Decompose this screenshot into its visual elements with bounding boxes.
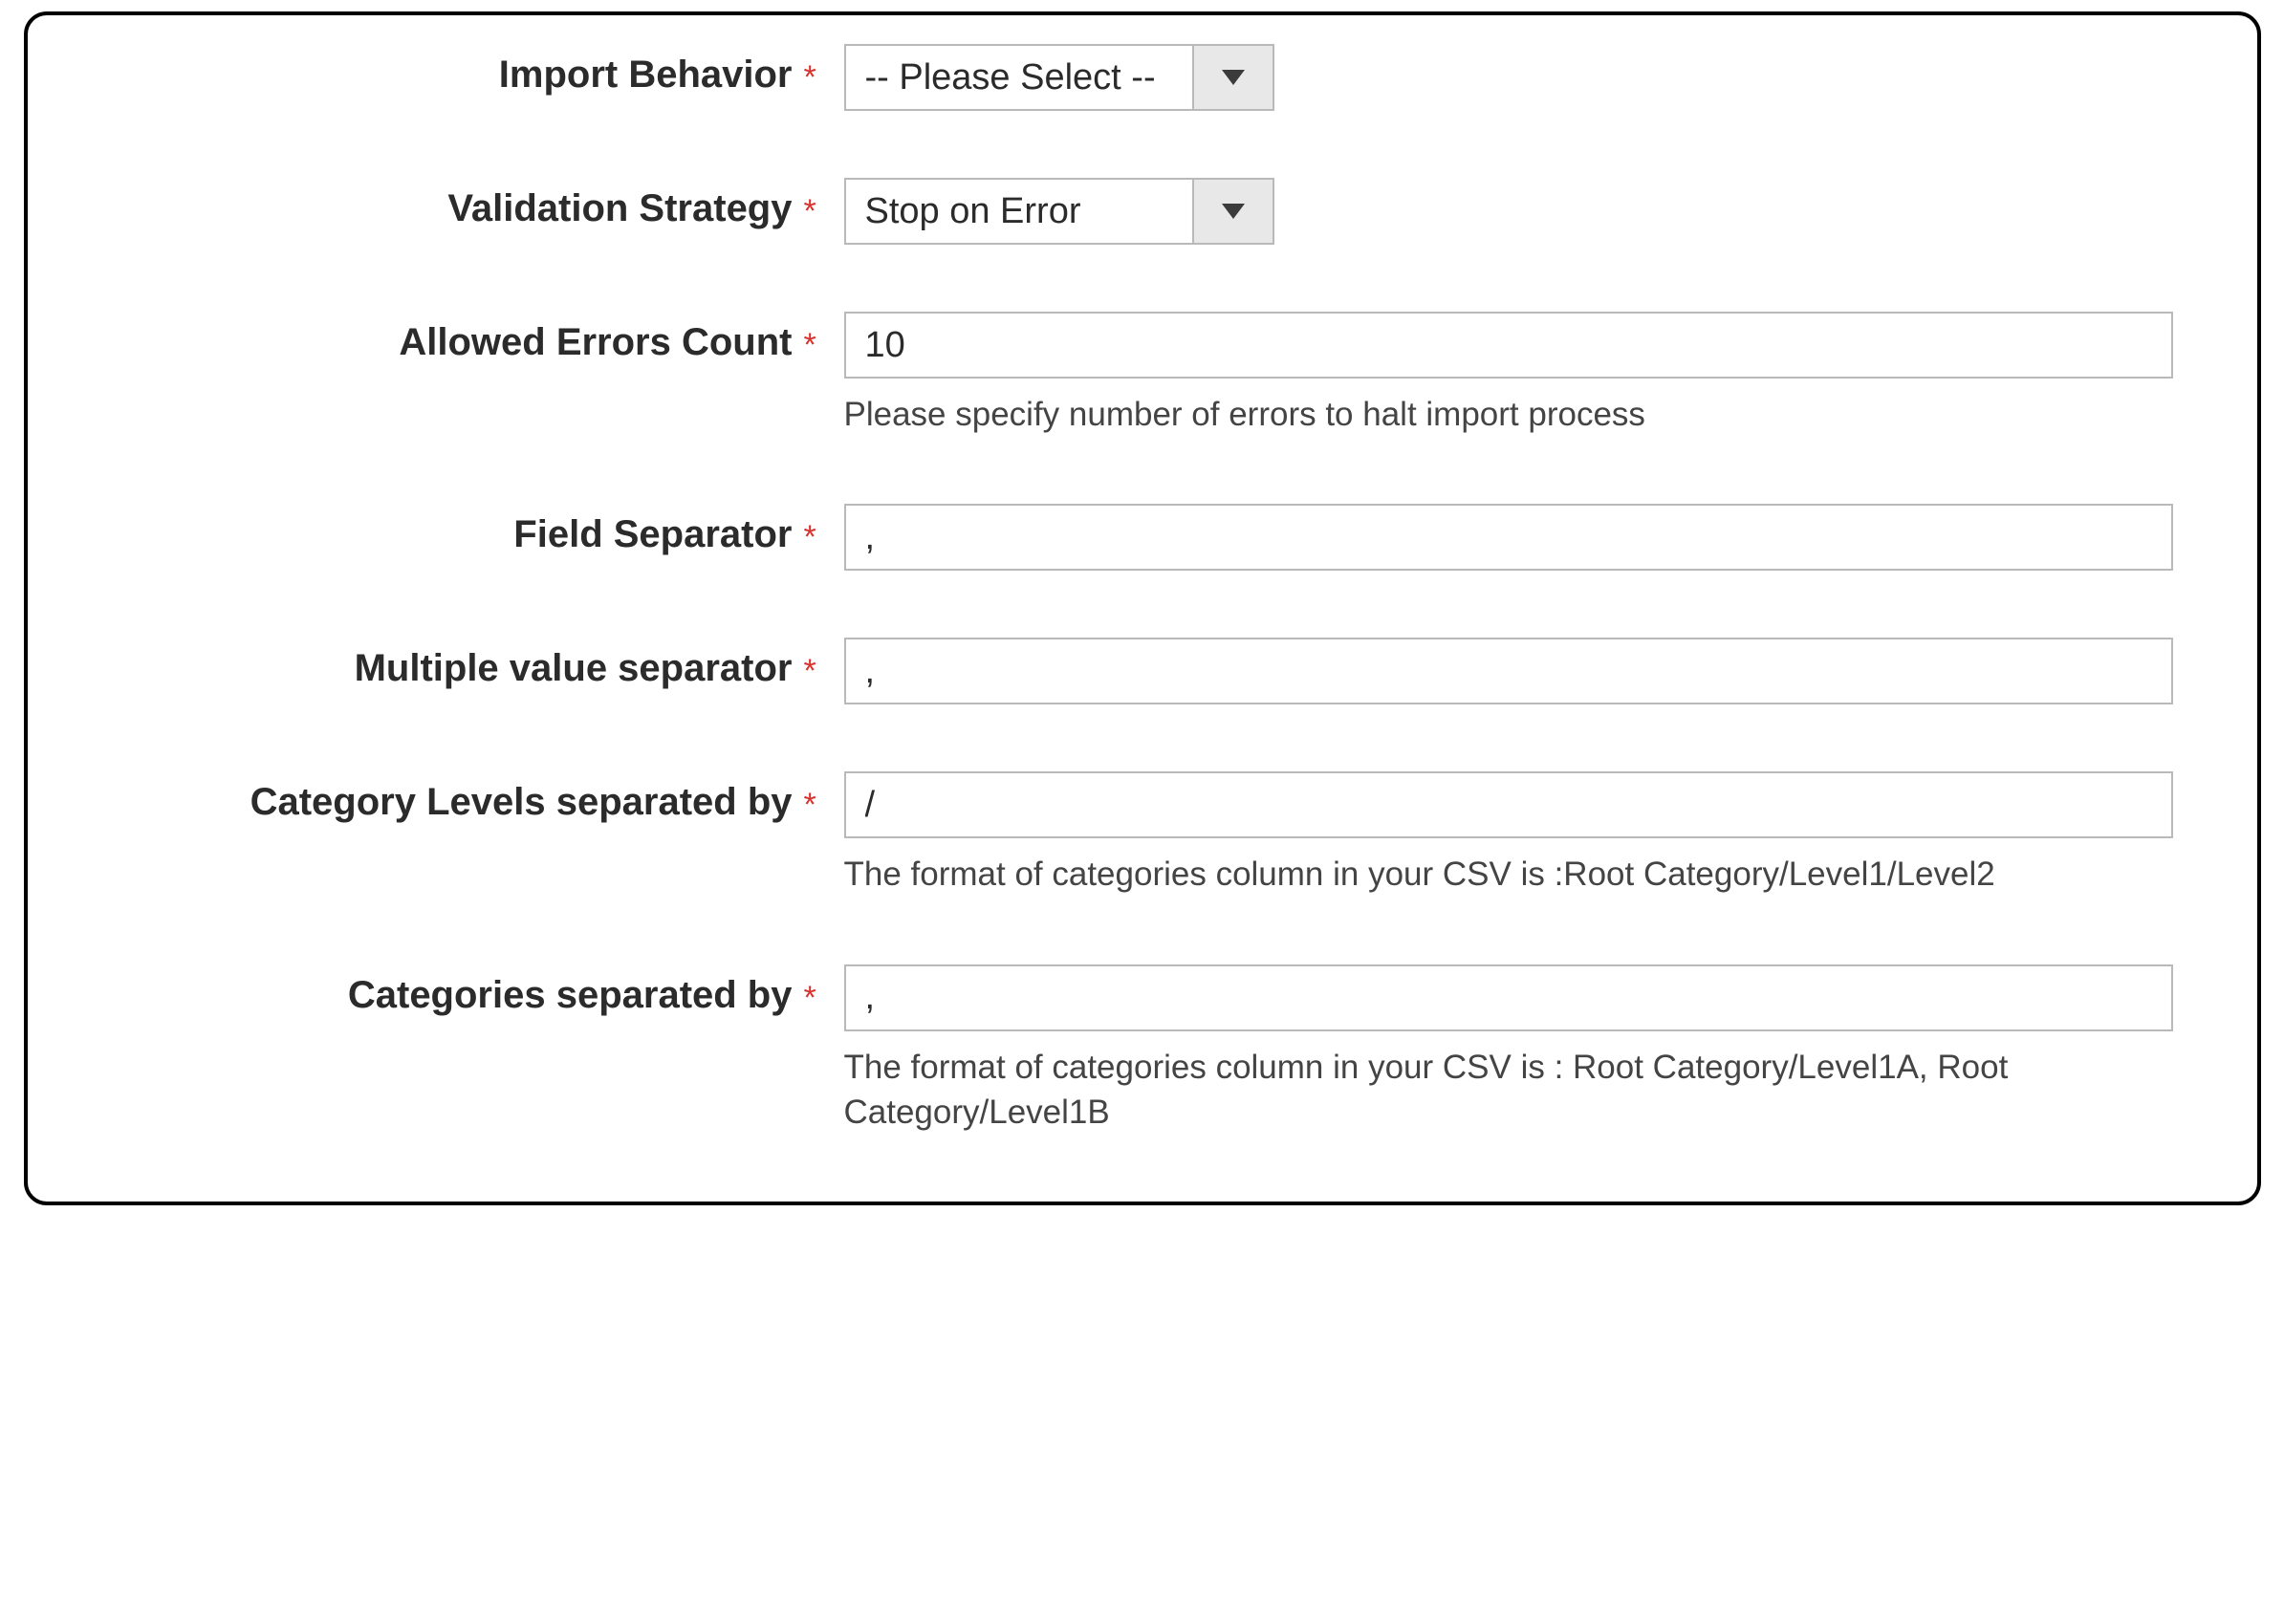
import-behavior-form: Import Behavior * -- Please Select -- Va… xyxy=(24,11,2261,1205)
required-marker: * xyxy=(802,312,844,364)
chevron-down-icon xyxy=(1192,180,1273,243)
field-row-multiple-value-separator: Multiple value separator * xyxy=(66,638,2219,704)
required-marker: * xyxy=(802,638,844,690)
field-row-field-separator: Field Separator * xyxy=(66,504,2219,571)
import-behavior-select-value: -- Please Select -- xyxy=(846,46,1192,109)
multiple-value-separator-input[interactable] xyxy=(844,638,2173,704)
import-behavior-select[interactable]: -- Please Select -- xyxy=(844,44,1274,111)
label-categories-separated-by: Categories separated by xyxy=(66,964,802,1017)
label-multiple-value-separator: Multiple value separator xyxy=(66,638,802,690)
validation-strategy-select-value: Stop on Error xyxy=(846,180,1192,243)
field-row-categories-separated-by: Categories separated by * The format of … xyxy=(66,964,2219,1136)
help-categories-separated-by: The format of categories column in your … xyxy=(844,1045,2173,1136)
chevron-down-icon xyxy=(1192,46,1273,109)
categories-separated-by-input[interactable] xyxy=(844,964,2173,1031)
help-allowed-errors-count: Please specify number of errors to halt … xyxy=(844,392,2173,437)
field-row-allowed-errors-count: Allowed Errors Count * Please specify nu… xyxy=(66,312,2219,437)
label-field-separator: Field Separator xyxy=(66,504,802,556)
label-category-levels-separated-by: Category Levels separated by xyxy=(66,771,802,824)
required-marker: * xyxy=(802,964,844,1017)
label-allowed-errors-count: Allowed Errors Count xyxy=(66,312,802,364)
allowed-errors-count-input[interactable] xyxy=(844,312,2173,379)
field-separator-input[interactable] xyxy=(844,504,2173,571)
required-marker: * xyxy=(802,771,844,824)
field-row-category-levels-separated-by: Category Levels separated by * The forma… xyxy=(66,771,2219,897)
required-marker: * xyxy=(802,504,844,556)
field-row-import-behavior: Import Behavior * -- Please Select -- xyxy=(66,44,2219,111)
category-levels-separated-by-input[interactable] xyxy=(844,771,2173,838)
help-category-levels-separated-by: The format of categories column in your … xyxy=(844,852,2173,897)
field-row-validation-strategy: Validation Strategy * Stop on Error xyxy=(66,178,2219,245)
required-marker: * xyxy=(802,44,844,97)
label-import-behavior: Import Behavior xyxy=(66,44,802,97)
validation-strategy-select[interactable]: Stop on Error xyxy=(844,178,1274,245)
label-validation-strategy: Validation Strategy xyxy=(66,178,802,230)
required-marker: * xyxy=(802,178,844,230)
